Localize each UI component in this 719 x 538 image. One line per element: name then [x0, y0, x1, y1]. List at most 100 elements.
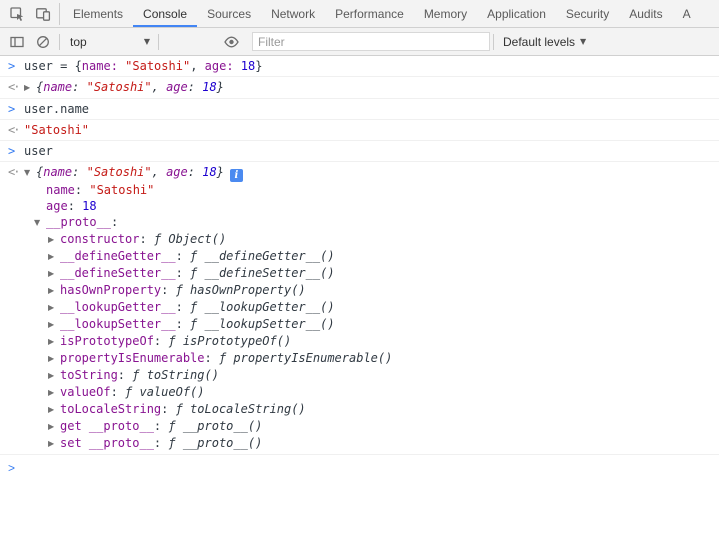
toolbar-separator: [59, 34, 60, 50]
expand-triangle-icon[interactable]: ▶: [48, 232, 60, 248]
expand-triangle-icon[interactable]: ▶: [48, 334, 60, 350]
object-property-row: ▶__lookupSetter__: ƒ __lookupSetter__(): [24, 316, 719, 333]
collapse-triangle-icon[interactable]: ▼: [24, 165, 36, 181]
expand-triangle-icon[interactable]: ▶: [48, 368, 60, 384]
console-token: 18: [202, 80, 216, 94]
tab-console[interactable]: Console: [133, 0, 197, 27]
expand-triangle-icon[interactable]: ▶: [48, 300, 60, 316]
tab-sources[interactable]: Sources: [197, 0, 261, 27]
console-token: ƒ __lookupSetter__(): [190, 317, 335, 331]
console-token: }: [217, 165, 224, 179]
console-message-line: user = {name: "Satoshi", age: 18}: [24, 58, 719, 74]
collapse-triangle-icon[interactable]: ▼: [34, 215, 46, 231]
object-property-row: ▶get __proto__: ƒ __proto__(): [24, 418, 719, 435]
tab-performance[interactable]: Performance: [325, 0, 414, 27]
panel-tabs: ElementsConsoleSourcesNetworkPerformance…: [63, 0, 719, 27]
console-token: age:: [205, 59, 241, 73]
live-expression-button[interactable]: [218, 30, 244, 54]
console-token: user.name: [24, 102, 89, 116]
input-chevron-icon: >: [0, 143, 24, 159]
console-token: ƒ toLocaleString(): [176, 402, 306, 416]
object-property-row: age: 18: [24, 198, 719, 214]
console-token: propertyIsEnumerable: [60, 351, 205, 365]
filter-input[interactable]: [252, 32, 490, 51]
console-token: user = {: [24, 59, 82, 73]
console-token: ƒ Object(): [154, 232, 226, 246]
console-token: __proto__: [46, 215, 111, 229]
console-token: __defineSetter__: [60, 266, 176, 280]
result-arrow-icon: <·: [0, 164, 24, 452]
expand-triangle-icon[interactable]: ▶: [48, 283, 60, 299]
tab-application[interactable]: Application: [477, 0, 556, 27]
input-chevron-icon: >: [0, 58, 24, 74]
inspect-cursor-icon: [9, 6, 25, 22]
expand-triangle-icon[interactable]: ▶: [48, 402, 60, 418]
console-token: :: [154, 334, 168, 348]
console-token: :: [154, 436, 168, 450]
object-state-info-icon[interactable]: i: [230, 169, 243, 182]
object-property-row: ▶toString: ƒ toString(): [24, 367, 719, 384]
console-token: __lookupSetter__: [60, 317, 176, 331]
console-prompt-row[interactable]: >: [0, 455, 719, 481]
tab-network[interactable]: Network: [261, 0, 325, 27]
console-token: ƒ __lookupGetter__(): [190, 300, 335, 314]
console-token: constructor: [60, 232, 139, 246]
expand-triangle-icon[interactable]: ▶: [48, 266, 60, 282]
console-result-entry: <·"Satoshi": [0, 120, 719, 141]
console-token: "Satoshi": [125, 59, 190, 73]
toolbar-separator: [59, 3, 60, 25]
console-token: toString: [60, 368, 118, 382]
main-tabbar: ElementsConsoleSourcesNetworkPerformance…: [0, 0, 719, 28]
execution-context-selector[interactable]: top ▼: [65, 35, 155, 49]
expand-triangle-icon[interactable]: ▶: [48, 249, 60, 265]
console-token: toLocaleString: [60, 402, 161, 416]
console-input-entry: >user = {name: "Satoshi", age: 18}: [0, 56, 719, 77]
console-result-entry: <·▼{name: "Satoshi", age: 18}iname: "Sat…: [0, 162, 719, 455]
console-token: :: [188, 80, 202, 94]
clear-console-button[interactable]: [30, 30, 56, 54]
console-message-line: ▼{name: "Satoshi", age: 18}i: [24, 164, 719, 182]
log-levels-dropdown[interactable]: Default levels ▼: [497, 35, 592, 49]
console-message-line: "Satoshi": [24, 122, 719, 138]
chevron-down-icon: ▼: [144, 37, 150, 46]
console-token: :: [176, 317, 190, 331]
console-token: ƒ __proto__(): [168, 436, 262, 450]
expand-triangle-icon[interactable]: ▶: [48, 351, 60, 367]
console-token: isPrototypeOf: [60, 334, 154, 348]
prompt-chevron-icon: >: [0, 460, 24, 476]
console-token: ƒ __proto__(): [168, 419, 262, 433]
console-token: name: [43, 80, 72, 94]
console-token: "Satoshi": [87, 165, 152, 179]
result-arrow-icon: <·: [0, 79, 24, 96]
console-token: "Satoshi": [87, 80, 152, 94]
console-token: :: [154, 419, 168, 433]
device-toolbar-button[interactable]: [30, 2, 56, 26]
expand-triangle-icon[interactable]: ▶: [48, 419, 60, 435]
expand-triangle-icon[interactable]: ▶: [48, 317, 60, 333]
object-property-row: ▶toLocaleString: ƒ toLocaleString(): [24, 401, 719, 418]
console-sidebar-button[interactable]: [4, 30, 30, 54]
console-token: age: [166, 165, 188, 179]
console-token: :: [139, 232, 153, 246]
expand-triangle-icon[interactable]: ▶: [48, 436, 60, 452]
tab-elements[interactable]: Elements: [63, 0, 133, 27]
console-entry-content: user: [24, 143, 719, 159]
console-message-line: ▶{name: "Satoshi", age: 18}: [24, 79, 719, 96]
console-token: ƒ isPrototypeOf(): [168, 334, 291, 348]
console-token: set __proto__: [60, 436, 154, 450]
object-property-row: name: "Satoshi": [24, 182, 719, 198]
expand-triangle-icon[interactable]: ▶: [24, 80, 36, 96]
result-arrow-icon: <·: [0, 122, 24, 138]
tab-a[interactable]: A: [673, 0, 701, 27]
console-token: age: [46, 199, 68, 213]
console-messages[interactable]: >user = {name: "Satoshi", age: 18}<·▶{na…: [0, 56, 719, 455]
console-input-entry: >user: [0, 141, 719, 162]
tab-audits[interactable]: Audits: [619, 0, 672, 27]
inspect-element-button[interactable]: [4, 2, 30, 26]
tab-memory[interactable]: Memory: [414, 0, 477, 27]
console-token: :: [68, 199, 82, 213]
console-token: 18: [202, 165, 216, 179]
tab-security[interactable]: Security: [556, 0, 619, 27]
console-token: }: [217, 80, 224, 94]
expand-triangle-icon[interactable]: ▶: [48, 385, 60, 401]
